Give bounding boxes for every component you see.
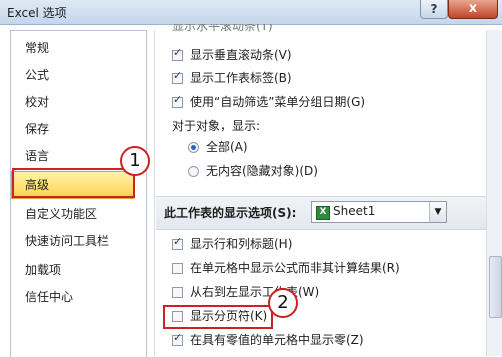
help-button[interactable]: ?: [420, 0, 448, 19]
objects-all-label: 全部(A): [206, 140, 248, 154]
sidebar-item-formulas[interactable]: 公式: [12, 62, 145, 88]
right-to-left-label: 从右到左显示工作表(W): [190, 285, 320, 299]
objects-none-radio[interactable]: [188, 166, 199, 177]
window-title: Excel 选项: [7, 6, 67, 20]
row-col-headers-label: 显示行和列标题(H): [190, 237, 293, 251]
sidebar-item-customize-ribbon[interactable]: 自定义功能区: [12, 201, 145, 227]
sheet-select-value: Sheet1: [333, 204, 376, 218]
objects-all-radio[interactable]: [188, 142, 199, 153]
show-formulas-checkbox[interactable]: [172, 263, 183, 274]
objects-none-label: 无内容(隐藏对象)(D): [206, 164, 318, 178]
objects-heading: 对于对象，显示:: [172, 119, 261, 133]
show-formulas-label: 在单元格中显示公式而非其计算结果(R): [190, 261, 400, 275]
row-col-headers-checkbox[interactable]: [172, 235, 183, 250]
options-scrollbar[interactable]: [486, 30, 502, 356]
sidebar-item-addins[interactable]: 加载项: [12, 257, 145, 283]
scrollbar-thumb[interactable]: [489, 256, 502, 318]
sidebar-item-quick-access[interactable]: 快速访问工具栏: [12, 228, 145, 254]
sidebar-item-save[interactable]: 保存: [12, 116, 145, 142]
sheet-tabs-checkbox[interactable]: [172, 69, 183, 84]
vertical-scroll-label: 显示垂直滚动条(V): [190, 48, 292, 62]
show-zero-checkbox[interactable]: [172, 331, 183, 346]
autofilter-dates-label: 使用“自动筛选”菜单分组日期(G): [190, 95, 366, 109]
hscroll-option-partial: 显示水平滚动条(T): [172, 24, 273, 33]
autofilter-dates-checkbox[interactable]: [172, 93, 183, 108]
sidebar-item-general[interactable]: 常规: [12, 35, 145, 61]
sidebar-item-trust-center[interactable]: 信任中心: [12, 284, 145, 310]
close-button[interactable]: x: [448, 0, 498, 19]
callout-badge-1: 1: [120, 146, 150, 176]
sheet-select-dropdown[interactable]: X Sheet1 ▼: [311, 201, 447, 223]
sidebar-item-proofing[interactable]: 校对: [12, 89, 145, 115]
show-zero-label: 在具有零值的单元格中显示零(Z): [190, 333, 364, 347]
sheet-tabs-label: 显示工作表标签(B): [190, 71, 292, 85]
sheet-display-section-label: 此工作表的显示选项(S):: [164, 206, 297, 220]
excel-sheet-icon: X: [316, 206, 330, 220]
sheet-display-section: 此工作表的显示选项(S): X Sheet1 ▼: [156, 196, 486, 230]
callout-highlight-advanced: [12, 168, 135, 198]
title-bar: Excel 选项 ? x: [0, 0, 502, 25]
vertical-scroll-checkbox[interactable]: [172, 46, 183, 61]
chevron-down-icon[interactable]: ▼: [429, 202, 446, 222]
callout-badge-2: 2: [268, 288, 298, 318]
right-to-left-checkbox[interactable]: [172, 287, 183, 298]
callout-highlight-page-breaks: [163, 305, 273, 329]
